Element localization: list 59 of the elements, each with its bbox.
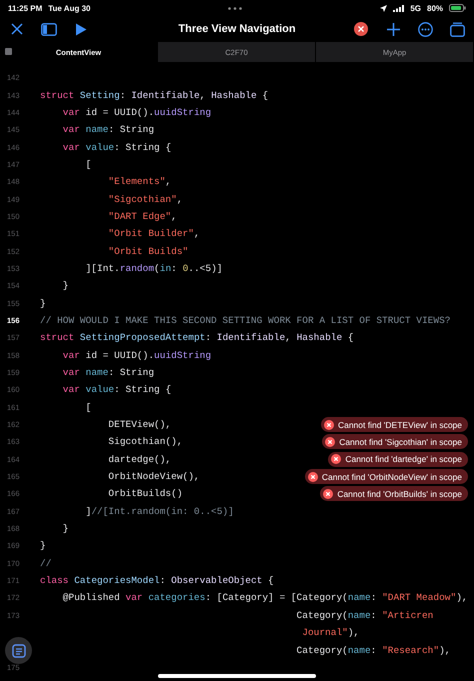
code-line: @Published var categories: [Category] = [Category(name: "DART Meadow"), (62, 592, 468, 604)
code-line: "Elements", (107, 176, 172, 188)
code-line: var id = UUID().uuidString (62, 106, 212, 118)
code-line: [ (84, 158, 92, 170)
code-line: "Orbit Builds" (107, 246, 188, 257)
more-button[interactable] (416, 20, 434, 38)
code-line: } (40, 298, 46, 309)
code-line: dartedge(), (107, 454, 172, 465)
battery-icon (449, 4, 466, 12)
code-line: OrbitBuilds() (107, 488, 183, 500)
code-line: var value: String { (62, 384, 172, 396)
code-line: // (40, 558, 52, 569)
error-message[interactable]: Cannot find 'OrbitNodeView' in scope (304, 469, 468, 484)
status-date: Tue Aug 30 (48, 4, 90, 12)
add-button[interactable] (384, 20, 402, 38)
battery-percent: 80% (427, 4, 444, 12)
signal-icon (393, 4, 404, 12)
code-line: "Orbit Builder", (107, 228, 200, 240)
code-line: var id = UUID().uuidString (62, 350, 212, 361)
code-line: var name: String (62, 367, 154, 378)
error-icon (325, 436, 336, 447)
error-message[interactable]: Cannot find 'OrbitBuilds' in scope (320, 486, 468, 502)
code-line: Category(name: "Research"), (296, 644, 450, 656)
code-line: ]//[Int.random(in: 0..<5)] (84, 506, 234, 517)
error-icon (323, 488, 334, 499)
error-message[interactable]: Cannot find 'Sigcothian' in scope (322, 434, 468, 450)
error-button[interactable] (352, 20, 370, 38)
network-label: 5G (410, 4, 421, 12)
error-message[interactable]: Cannot find 'dartedge' in scope (328, 452, 468, 467)
code-line: Sigcothian(), (107, 436, 183, 448)
document-button[interactable] (5, 637, 32, 664)
document-icon (12, 644, 26, 658)
code-line: var name: String (62, 124, 154, 136)
code-line: } (40, 540, 46, 552)
code-line: struct Setting: Identifiable, Hashable { (40, 90, 268, 101)
code-line: } (62, 280, 69, 292)
sidebar-button[interactable] (40, 20, 58, 38)
code-line: Journal"), (301, 627, 360, 638)
error-icon (331, 454, 342, 464)
error-icon (308, 472, 318, 482)
error-icon (324, 420, 334, 430)
code-line: } (62, 523, 69, 534)
dots-icon (228, 6, 242, 10)
code-line: "DART Edge", (107, 210, 177, 222)
status-time: 11:25 PM (8, 4, 42, 12)
code-line: ][Int.random(in: 0..<5)] (84, 262, 222, 274)
windows-button[interactable] (448, 20, 466, 38)
code-line: // HOW WOULD I MAKE THIS SECOND SETTING WORK FOR A LIST OF STRUCT VIEWS? (40, 314, 450, 326)
window-title: Three View Navigation (178, 23, 296, 35)
code-line: Category(name: "Articren (296, 610, 434, 621)
code-line: DETEView(), (107, 419, 172, 430)
code-line: "Sigcothian", (107, 194, 183, 205)
code-line: [ (84, 402, 92, 413)
code-line: OrbitNodeView(), (107, 471, 200, 482)
location-icon (380, 4, 388, 12)
error-message[interactable]: Cannot find 'DETEView' in scope (320, 417, 468, 432)
code-line: struct SettingProposedAttempt: Identifiable, Hashable { (40, 332, 354, 344)
code-line: var value: String { (62, 142, 172, 153)
code-line: class CategoriesModel: ObservableObject { (40, 575, 274, 586)
